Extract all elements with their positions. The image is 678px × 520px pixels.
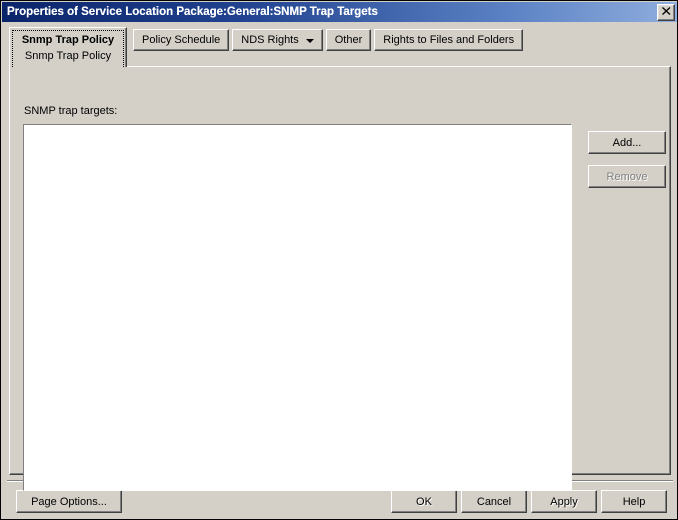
tab-label: NDS Rights	[241, 34, 299, 46]
dialog-client-area: Policy Schedule NDS Rights Other Rights …	[2, 22, 677, 519]
tab-label: Policy Schedule	[142, 34, 221, 46]
properties-dialog: Properties of Service Location Package:G…	[0, 0, 678, 520]
apply-button-label: Apply	[550, 495, 578, 508]
title-bar: Properties of Service Location Package:G…	[2, 2, 677, 22]
listbox-empty-area	[24, 125, 571, 490]
tab-other[interactable]: Other	[325, 29, 372, 51]
ok-button: OK	[391, 490, 457, 513]
help-button[interactable]: Help	[601, 490, 667, 513]
close-button[interactable]	[657, 3, 675, 21]
ok-button-label: OK	[416, 495, 432, 508]
snmp-trap-targets-label: SNMP trap targets:	[24, 105, 118, 117]
tab-label: Rights to Files and Folders	[383, 34, 515, 46]
tab-page-panel: SNMP trap targets: Add... Remove	[9, 66, 671, 491]
remove-button: Remove	[588, 165, 666, 188]
tab-nds-rights[interactable]: NDS Rights	[232, 29, 323, 51]
tab-strip: Policy Schedule NDS Rights Other Rights …	[133, 29, 526, 59]
tab-rights-to-files-and-folders[interactable]: Rights to Files and Folders	[374, 29, 524, 51]
remove-button-label: Remove	[606, 170, 648, 183]
tab-label-primary: Snmp Trap Policy	[21, 34, 115, 46]
tab-snmp-trap-policy[interactable]: Snmp Trap Policy Snmp Trap Policy	[9, 27, 127, 67]
page-options-button-label: Page Options...	[31, 495, 107, 508]
chevron-down-icon	[305, 39, 314, 43]
tab-label-secondary: Snmp Trap Policy	[24, 50, 112, 62]
snmp-trap-targets-listbox[interactable]	[23, 124, 572, 491]
tab-label: Other	[334, 34, 363, 46]
tab-focus-ring: Snmp Trap Policy Snmp Trap Policy	[12, 30, 124, 67]
window-title: Properties of Service Location Package:G…	[7, 6, 378, 18]
apply-button: Apply	[531, 490, 597, 513]
cancel-button[interactable]: Cancel	[461, 490, 527, 513]
cancel-button-label: Cancel	[476, 495, 512, 508]
close-icon	[658, 4, 674, 19]
page-options-button[interactable]: Page Options...	[16, 490, 122, 513]
add-button[interactable]: Add...	[588, 131, 666, 154]
add-button-label: Add...	[612, 136, 642, 149]
tab-policy-schedule[interactable]: Policy Schedule	[133, 29, 230, 51]
help-button-label: Help	[622, 495, 646, 508]
